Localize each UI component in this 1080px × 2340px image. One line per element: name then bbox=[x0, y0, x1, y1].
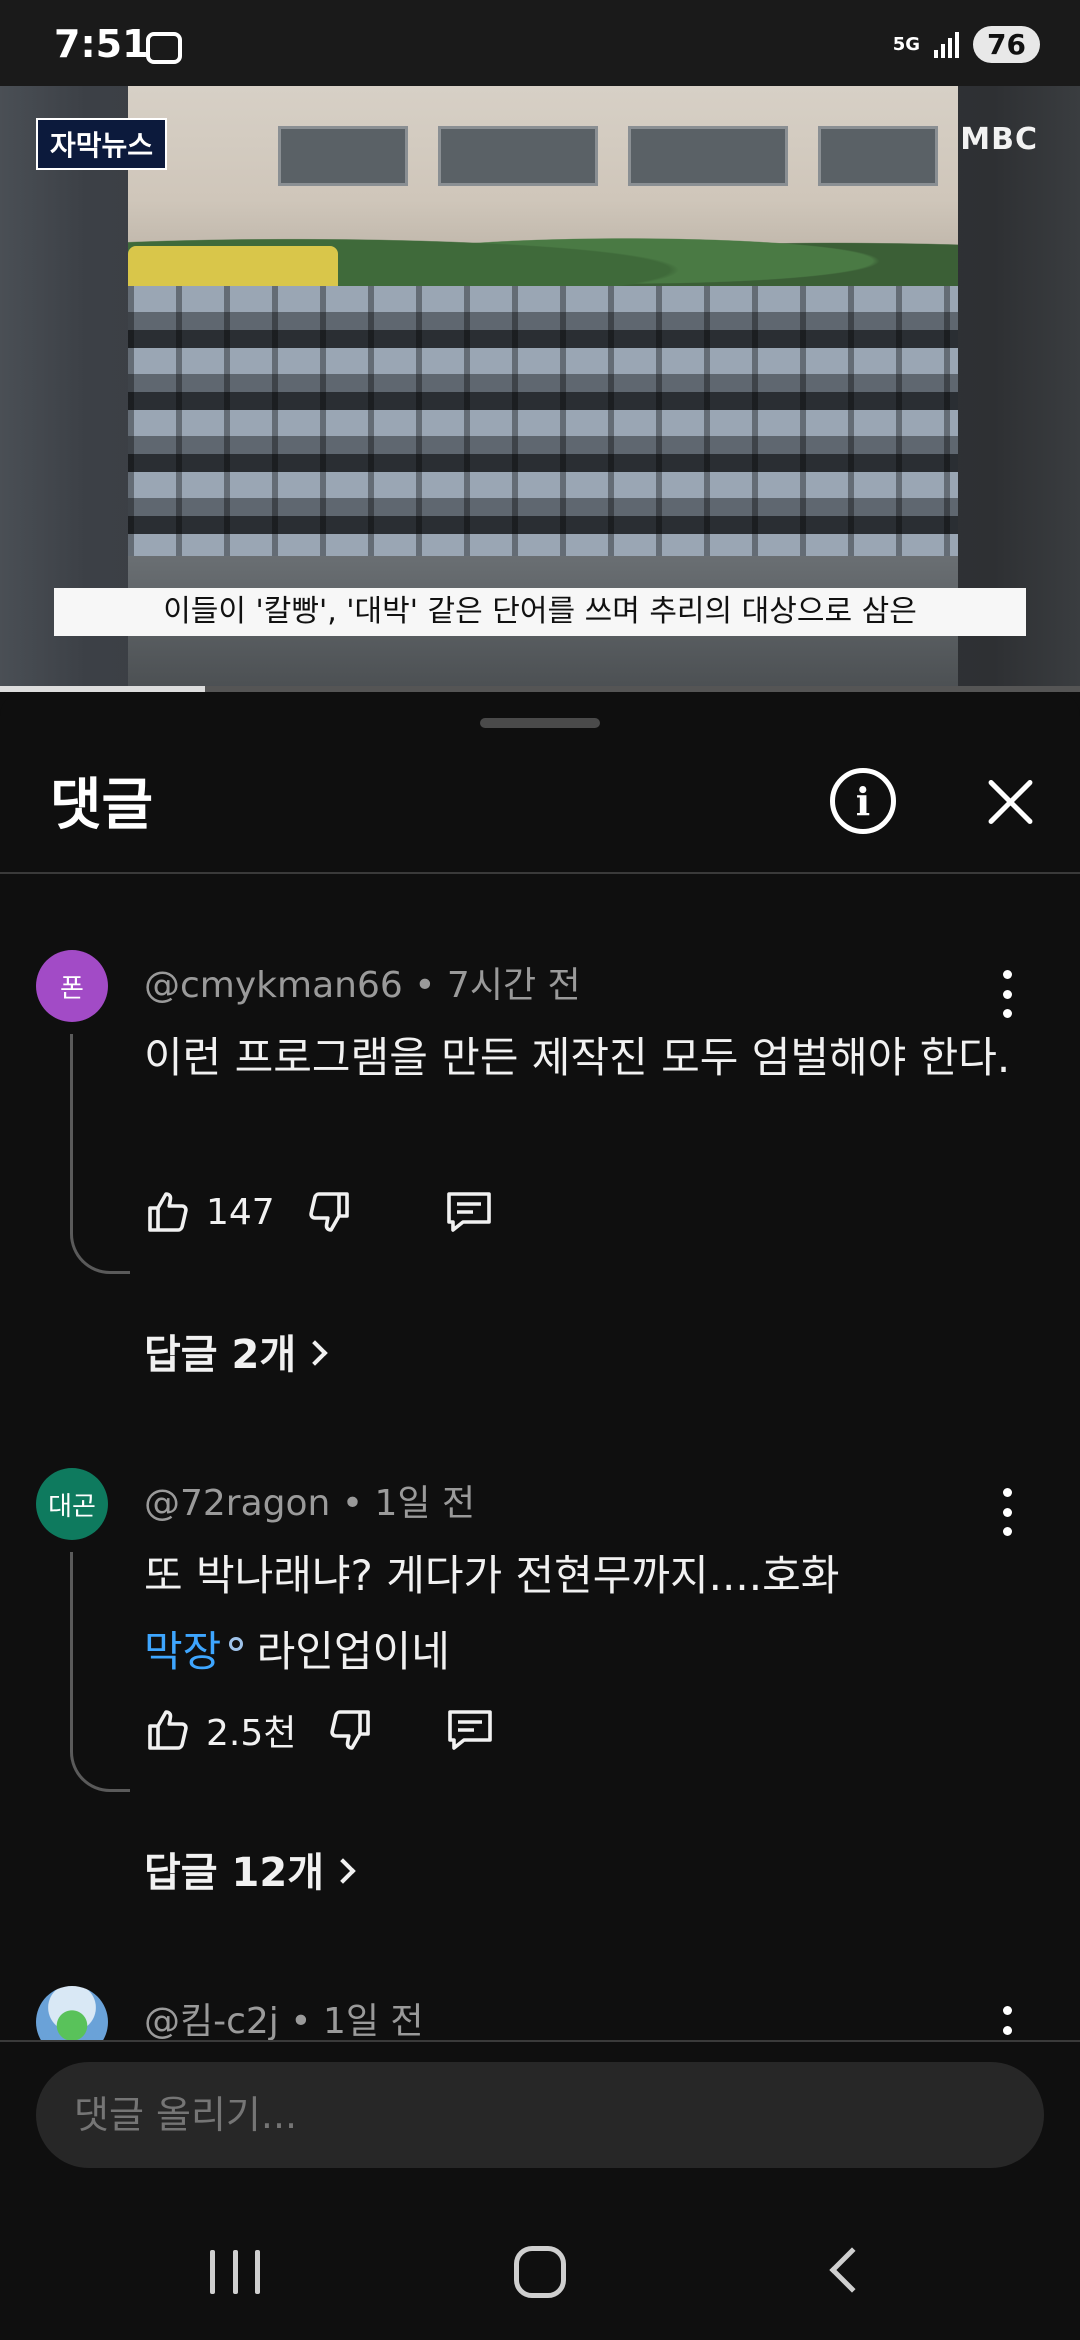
dislike-icon[interactable] bbox=[305, 1188, 353, 1236]
video-subtitle: 이들이 '칼빵', '대박' 같은 단어를 쓰며 추리의 대상으로 삼은 bbox=[54, 588, 1026, 636]
thread-line bbox=[70, 1034, 130, 1274]
comment-meta: @cmykman66 • 7시간 전 bbox=[144, 956, 581, 1008]
like-count: 147 bbox=[206, 1191, 275, 1233]
replies-button[interactable]: 답글 2개 bbox=[144, 1322, 328, 1380]
comment-text: 또 박나래냐? 게다가 전현무까지....호화 막장 라인업이네 bbox=[144, 1538, 1014, 1690]
close-icon[interactable] bbox=[980, 772, 1040, 832]
status-right: 5G 76 bbox=[893, 26, 1040, 63]
replies-button[interactable]: 답글 12개 bbox=[144, 1840, 356, 1898]
comment-author[interactable]: @킴-c2j bbox=[144, 2001, 279, 2040]
reply-icon[interactable] bbox=[443, 1188, 495, 1236]
comment-input[interactable] bbox=[36, 2062, 1044, 2168]
avatar[interactable]: 폰 bbox=[36, 950, 108, 1022]
reply-icon[interactable] bbox=[444, 1706, 496, 1754]
search-icon bbox=[229, 1637, 244, 1651]
recent-apps-icon[interactable] bbox=[210, 2250, 260, 2294]
chevron-right-icon bbox=[302, 1340, 328, 1366]
comment-time: 1일 전 bbox=[374, 1483, 476, 1524]
like-count: 2.5천 bbox=[206, 1713, 297, 1754]
comment-meta: @킴-c2j • 1일 전 bbox=[144, 1992, 424, 2040]
comment-author[interactable]: @72ragon bbox=[144, 1483, 330, 1524]
comment-time: 1일 전 bbox=[322, 2001, 424, 2040]
info-icon[interactable]: i bbox=[830, 768, 896, 834]
drag-handle[interactable] bbox=[480, 718, 600, 728]
signal-icon bbox=[934, 31, 960, 58]
thread-line bbox=[70, 1552, 130, 1792]
comment-meta: @72ragon • 1일 전 bbox=[144, 1474, 475, 1526]
meta-separator: • bbox=[290, 2001, 323, 2040]
comment-time: 7시간 전 bbox=[446, 965, 581, 1006]
comment-actions: 147 bbox=[144, 1182, 495, 1242]
news-badge: 자막뉴스 bbox=[36, 118, 168, 170]
like-icon[interactable] bbox=[144, 1706, 192, 1754]
comments-sheet: 댓글 i 폰 @cmykman66 • 7시간 전 이런 프로그램을 만든 제작… bbox=[0, 692, 1080, 2340]
video-player[interactable]: 자막뉴스 MBC 이들이 '칼빵', '대박' 같은 단어를 쓰며 추리의 대상… bbox=[0, 86, 1080, 692]
screen-capture-icon bbox=[146, 32, 182, 64]
dislike-icon[interactable] bbox=[326, 1706, 374, 1754]
comment-author[interactable]: @cmykman66 bbox=[144, 965, 403, 1006]
battery-indicator: 76 bbox=[973, 26, 1040, 63]
network-5g-icon: 5G bbox=[892, 33, 921, 55]
comment-text: 이런 프로그램을 만든 제작진 모두 엄벌해야 한다. bbox=[144, 1033, 1011, 1082]
status-time: 7:51 bbox=[54, 22, 149, 66]
avatar[interactable] bbox=[36, 1986, 108, 2040]
like-icon[interactable] bbox=[144, 1188, 192, 1236]
status-bar: 7:51 5G 76 bbox=[0, 0, 1080, 86]
divider bbox=[0, 2040, 1080, 2042]
chevron-right-icon bbox=[330, 1858, 356, 1884]
replies-label: 답글 2개 bbox=[144, 1332, 297, 1378]
navigation-bar bbox=[0, 2204, 1080, 2340]
comment-item: @킴-c2j • 1일 전 bbox=[0, 1986, 1080, 2040]
meta-separator: • bbox=[341, 1483, 375, 1524]
avatar[interactable]: 대곤 bbox=[36, 1468, 108, 1540]
channel-logo: MBC bbox=[960, 122, 1038, 157]
home-icon[interactable] bbox=[514, 2246, 566, 2298]
comments-title: 댓글 bbox=[50, 773, 154, 838]
more-options-icon[interactable] bbox=[1000, 970, 1014, 1018]
comment-text-part: 라인업이네 bbox=[256, 1627, 450, 1676]
comment-actions: 2.5천 bbox=[144, 1700, 496, 1760]
search-link[interactable]: 막장 bbox=[144, 1627, 221, 1676]
meta-separator: • bbox=[414, 965, 447, 1006]
divider bbox=[0, 872, 1080, 874]
replies-label: 답글 12개 bbox=[144, 1850, 324, 1896]
comment-text-part: 또 박나래냐? 게다가 전현무까지....호화 bbox=[144, 1551, 840, 1600]
back-icon[interactable] bbox=[829, 2247, 875, 2293]
more-options-icon[interactable] bbox=[1000, 2006, 1014, 2040]
more-options-icon[interactable] bbox=[1000, 1488, 1014, 1536]
